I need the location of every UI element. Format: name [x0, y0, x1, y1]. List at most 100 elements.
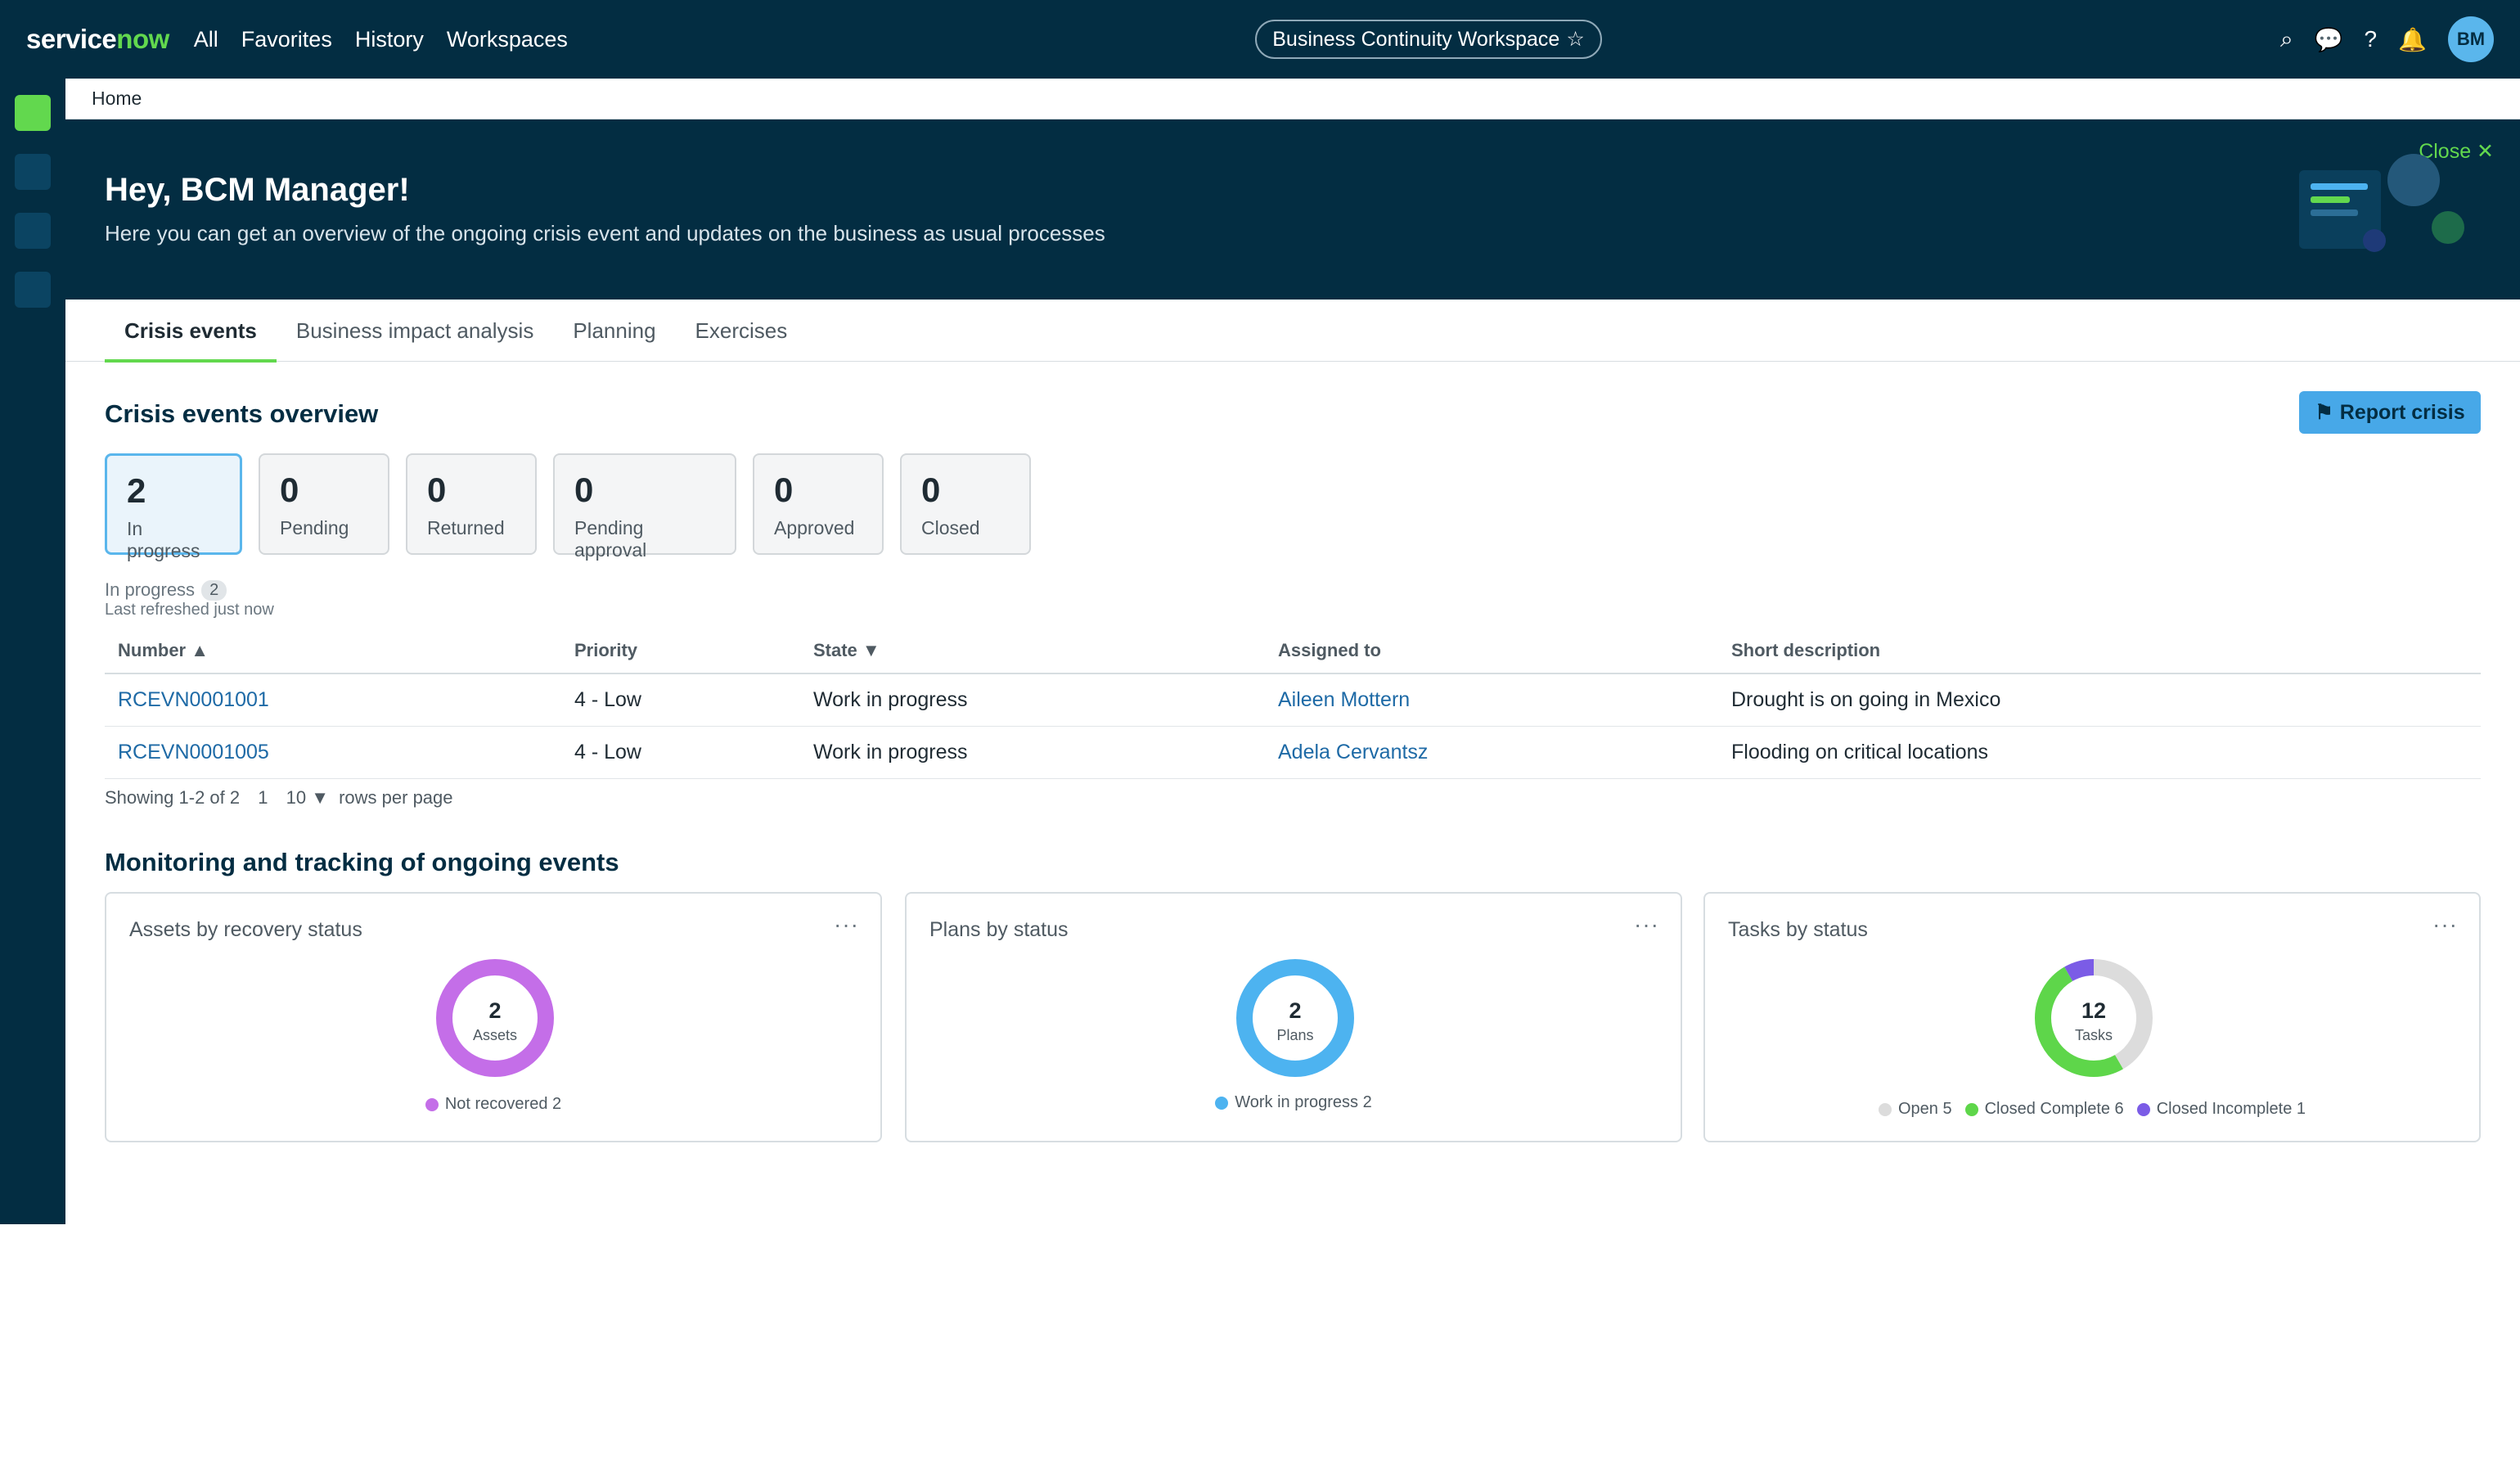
tab-exercises[interactable]: Exercises [676, 300, 808, 362]
table-row[interactable]: RCEVN0001001 4 - Low Work in progress Ai… [105, 674, 2481, 727]
welcome-subtitle: Here you can get an overview of the ongo… [105, 221, 1105, 246]
tab-crisis-events[interactable]: Crisis events [105, 300, 277, 363]
widget-title: Plans by status [929, 918, 1069, 941]
tab-planning[interactable]: Planning [553, 300, 675, 362]
nav-history[interactable]: History [355, 27, 424, 52]
cell-number-link[interactable]: RCEVN0001001 [105, 688, 561, 712]
top-navigation-bar: servicenow All Favorites History Workspa… [0, 0, 2520, 79]
workspace-pill[interactable]: Business Continuity Workspace ☆ [1255, 20, 1602, 59]
table-row[interactable]: RCEVN0001005 4 - Low Work in progress Ad… [105, 727, 2481, 779]
card-label: In progress [127, 518, 200, 561]
nav-all[interactable]: All [194, 27, 218, 52]
donut-unit: Assets [472, 1027, 518, 1043]
legend-item[interactable]: Closed Incomplete 1 [2136, 1100, 2306, 1119]
card-closed[interactable]: 0 Closed [900, 453, 1031, 555]
legend-label: Work in progress 2 [1235, 1093, 1372, 1111]
card-label: Pending [280, 517, 349, 538]
bell-icon[interactable]: 🔔 [2398, 26, 2427, 53]
last-refreshed-text: Last refreshed just now [105, 601, 274, 619]
legend-item[interactable]: Not recovered 2 [425, 1095, 561, 1114]
search-icon[interactable]: ⌕ [2280, 26, 2293, 53]
nav-workspaces[interactable]: Workspaces [447, 27, 568, 52]
card-label: Approved [774, 517, 855, 538]
donut-unit: Tasks [2074, 1027, 2113, 1043]
widget-tasks-by-status: Tasks by status ··· 12 Tasks Open 5 Clos… [1703, 892, 2481, 1142]
column-header-assigned-to[interactable]: Assigned to [1265, 640, 1718, 661]
legend-label: Closed Incomplete 1 [2156, 1100, 2306, 1118]
left-sidebar-rail [0, 79, 65, 1224]
list-filter-label: In progress 2 [105, 579, 227, 601]
card-label: Returned [427, 517, 505, 538]
workspace-tabs: Crisis events Business impact analysis P… [65, 300, 2520, 363]
card-pending-approval[interactable]: 0 Pending approval [553, 453, 736, 561]
column-header-state[interactable]: State ▼ [800, 640, 1265, 661]
donut-total: 2 [488, 998, 502, 1023]
cell-state: Work in progress [813, 741, 968, 764]
legend-dot [1878, 1102, 1892, 1116]
column-header-priority[interactable]: Priority [561, 640, 800, 661]
donut-total: 2 [1289, 998, 1302, 1023]
help-icon[interactable]: ? [2365, 26, 2378, 52]
widget-title: Assets by recovery status [129, 918, 362, 941]
table-pagination: Showing 1-2 of 2 1 10 ▼ rows per page [105, 787, 466, 809]
card-count: 0 [574, 471, 594, 509]
card-in-progress[interactable]: 2 In progress [105, 453, 242, 561]
crisis-events-table: Number ▲ Priority State ▼ Assigned to Sh… [105, 628, 2481, 779]
legend-item[interactable]: Open 5 [1878, 1100, 1952, 1119]
legend-item[interactable]: Closed Complete 6 [1964, 1100, 2124, 1119]
welcome-banner: Hey, BCM Manager! Here you can get an ov… [65, 119, 2520, 300]
legend-item[interactable]: Work in progress 2 [1215, 1093, 1372, 1112]
donut-center-label: 2 Plans [1236, 998, 1354, 1044]
servicenow-logo[interactable]: servicenow [26, 24, 169, 55]
cell-assigned-to-link[interactable]: Aileen Mottern [1265, 688, 1718, 712]
top-nav-menu: All Favorites History Workspaces [194, 27, 591, 52]
star-icon[interactable]: ☆ [1566, 27, 1584, 52]
status-cards: 2 In progress 0 Pending 0 Returned 0 Pen… [105, 453, 1047, 561]
rows-per-page-select[interactable]: 10 ▼ [286, 787, 329, 808]
card-count: 0 [280, 471, 299, 509]
donut-center-label: 12 Tasks [2035, 998, 2153, 1044]
cell-short-description: Flooding on critical locations [1731, 741, 1989, 764]
legend-label: Open 5 [1897, 1100, 1952, 1118]
legend-dot [1964, 1102, 1978, 1116]
rail-folder-icon[interactable] [15, 213, 51, 249]
pagination-showing: Showing 1-2 of 2 [105, 787, 241, 808]
card-count: 0 [921, 471, 941, 509]
logo-now-text: now [116, 24, 169, 54]
rail-settings-icon[interactable] [15, 272, 51, 308]
nav-favorites[interactable]: Favorites [241, 27, 332, 52]
cell-priority: 4 - Low [574, 741, 641, 764]
legend-dot [2136, 1102, 2150, 1116]
widget-title: Tasks by status [1728, 918, 1868, 941]
card-returned[interactable]: 0 Returned [406, 453, 537, 555]
chart-legend: Work in progress 2 [907, 1093, 1681, 1112]
breadcrumb-home[interactable]: Home [92, 88, 142, 110]
more-options-icon[interactable]: ··· [834, 912, 859, 938]
card-pending[interactable]: 0 Pending [259, 453, 389, 555]
chart-legend: Open 5 Closed Complete 6 Closed Incomple… [1705, 1100, 2479, 1119]
logo-service-text: service [26, 24, 117, 54]
top-utility-icons: ⌕ 💬 ? 🔔 BM [2259, 16, 2494, 62]
rail-list-icon[interactable] [15, 154, 51, 190]
pagination-page-number[interactable]: 1 [258, 787, 268, 808]
tab-business-impact-analysis[interactable]: Business impact analysis [277, 300, 553, 362]
cell-priority: 4 - Low [574, 688, 641, 711]
more-options-icon[interactable]: ··· [1634, 912, 1659, 938]
flag-icon: ⚑ [2315, 401, 2333, 424]
card-count: 0 [774, 471, 794, 509]
report-crisis-button[interactable]: ⚑ Report crisis [2299, 391, 2481, 434]
cell-number-link[interactable]: RCEVN0001005 [105, 741, 561, 764]
user-avatar[interactable]: BM [2448, 16, 2494, 62]
legend-label: Not recovered 2 [444, 1095, 562, 1113]
cell-state: Work in progress [813, 688, 968, 711]
chat-icon[interactable]: 💬 [2315, 26, 2343, 53]
rows-per-page-label: rows per page [339, 787, 453, 808]
column-header-number[interactable]: Number ▲ [105, 640, 561, 661]
filter-count-badge: 2 [201, 579, 227, 601]
card-approved[interactable]: 0 Approved [753, 453, 884, 555]
cell-assigned-to-link[interactable]: Adela Cervantsz [1265, 741, 1718, 764]
rail-home-icon[interactable] [15, 95, 51, 131]
column-header-short-description[interactable]: Short description [1718, 640, 2481, 661]
more-options-icon[interactable]: ··· [2432, 912, 2458, 938]
widget-plans-by-status: Plans by status ··· 2 Plans Work in prog… [905, 892, 1682, 1142]
